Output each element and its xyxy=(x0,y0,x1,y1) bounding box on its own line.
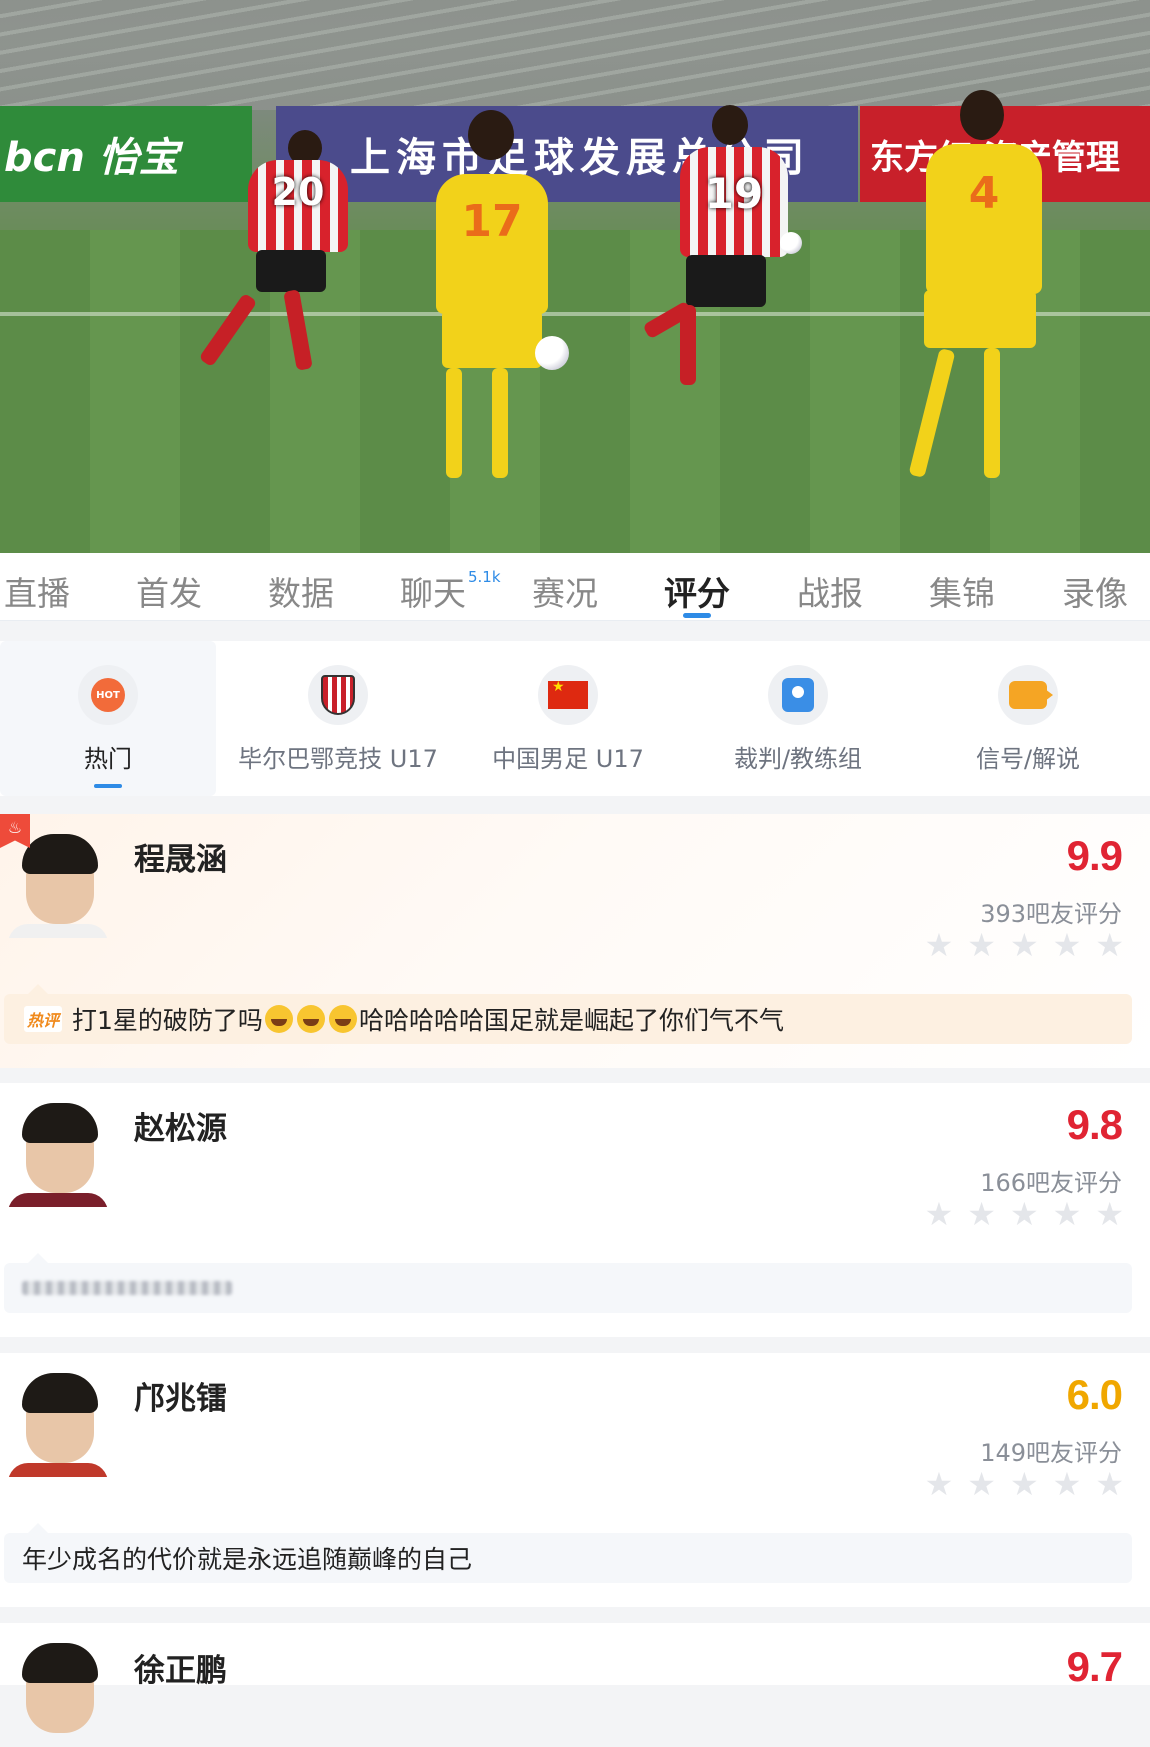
star-icon[interactable]: ★ xyxy=(1053,1198,1082,1230)
avatar xyxy=(8,1097,108,1207)
china-flag-icon xyxy=(538,665,598,725)
star-icon[interactable]: ★ xyxy=(1010,1468,1039,1500)
star-icon[interactable]: ★ xyxy=(967,1198,996,1230)
tab-chat[interactable]: 聊天 xyxy=(400,567,466,615)
player-score: 9.8 xyxy=(1066,1101,1123,1148)
vote-count: 149吧友评分 xyxy=(980,1439,1122,1467)
filter-label: 中国男足 U17 xyxy=(492,745,644,773)
player-score: 6.0 xyxy=(1066,1371,1123,1418)
player-rating-card[interactable]: 赵松源 9.8 166吧友评分 ★ ★ ★ ★ ★ xyxy=(0,1083,1150,1337)
star-icon[interactable]: ★ xyxy=(1095,1198,1124,1230)
star-icon[interactable]: ★ xyxy=(967,1468,996,1500)
team-filter-bar: HOT 热门 毕尔巴鄂竞技 U17 中国男足 U17 裁判/教练组 信号/解说 xyxy=(0,641,1150,796)
tab-live[interactable]: 直播 xyxy=(4,567,70,615)
comment-text: 打1星的破防了吗 xyxy=(72,1006,263,1035)
star-icon[interactable]: ★ xyxy=(1095,929,1124,961)
signal-icon xyxy=(998,665,1058,725)
avatar xyxy=(8,1637,108,1747)
ad-board-left: bcn 怡宝 xyxy=(0,106,252,202)
vote-count: 393吧友评分 xyxy=(980,900,1122,928)
filter-label: 毕尔巴鄂竞技 U17 xyxy=(238,745,438,773)
star-icon[interactable]: ★ xyxy=(1010,929,1039,961)
player-name: 邝兆镭 xyxy=(134,1381,227,1417)
star-icon[interactable]: ★ xyxy=(967,929,996,961)
player-name: 程晟涵 xyxy=(134,842,227,878)
star-icon[interactable]: ★ xyxy=(1010,1198,1039,1230)
star-rating[interactable]: ★ ★ ★ ★ ★ xyxy=(925,929,1124,961)
filter-broadcast[interactable]: 信号/解说 xyxy=(920,641,1136,796)
active-filter-indicator xyxy=(94,784,122,788)
tab-highlights[interactable]: 集锦 xyxy=(929,567,995,615)
athletic-bilbao-crest-icon xyxy=(308,665,368,725)
tab-lineup[interactable]: 首发 xyxy=(136,567,202,615)
hot-icon: HOT xyxy=(78,665,138,725)
player-rating-card[interactable]: 邝兆镭 6.0 149吧友评分 ★ ★ ★ ★ ★ 年少成名的代价就是永远追随巅… xyxy=(0,1353,1150,1607)
star-rating[interactable]: ★ ★ ★ ★ ★ xyxy=(925,1198,1124,1230)
football xyxy=(535,336,569,370)
player-rating-card[interactable]: 徐正鹏 9.7 xyxy=(0,1623,1150,1733)
comment-text: 哈哈哈哈哈国足就是崛起了你们气不气 xyxy=(358,1006,784,1035)
top-comment[interactable] xyxy=(4,1263,1132,1313)
laughing-emoji-icon xyxy=(264,1005,293,1033)
star-icon[interactable]: ★ xyxy=(1053,929,1082,961)
filter-referees[interactable]: 裁判/教练组 xyxy=(690,641,906,796)
hot-comment[interactable]: 热评 打1星的破防了吗 哈哈哈哈哈国足就是崛起了你们气不气 xyxy=(4,994,1132,1044)
match-tab-bar: 直播 首发 数据 聊天 赛况 评分 战报 集锦 录像 xyxy=(0,553,1150,621)
referee-icon xyxy=(768,665,828,725)
active-tab-indicator xyxy=(683,613,711,618)
football xyxy=(780,232,802,254)
hot-comment-tag: 热评 xyxy=(24,1006,63,1032)
match-video-player[interactable]: bcn 怡宝 上海市足球发展总公司 东方红 资产管理 20 17 19 4 xyxy=(0,0,1150,553)
comment-pointer xyxy=(28,1253,48,1263)
star-icon[interactable]: ★ xyxy=(925,929,954,961)
comment-text: 年少成名的代价就是永远追随巅峰的自己 xyxy=(22,1545,473,1574)
filter-label: 热门 xyxy=(84,745,132,773)
filter-team-bilbao[interactable]: 毕尔巴鄂竞技 U17 xyxy=(230,641,446,796)
player-name: 赵松源 xyxy=(134,1111,227,1147)
avatar xyxy=(8,1367,108,1477)
star-rating[interactable]: ★ ★ ★ ★ ★ xyxy=(925,1468,1124,1500)
tab-stats[interactable]: 数据 xyxy=(268,567,334,615)
blurred-comment-text xyxy=(22,1281,232,1295)
comment-pointer xyxy=(28,1523,48,1533)
chat-count-badge: 5.1k xyxy=(468,568,501,586)
star-icon[interactable]: ★ xyxy=(925,1468,954,1500)
filter-label: 信号/解说 xyxy=(975,745,1081,773)
tab-report[interactable]: 战报 xyxy=(797,567,863,615)
player-rating-card[interactable]: ♨ 程晟涵 9.9 393吧友评分 ★ ★ ★ ★ ★ 热评 打1星的破防了吗 … xyxy=(0,814,1150,1068)
vote-count: 166吧友评分 xyxy=(980,1169,1122,1197)
tab-match-events[interactable]: 赛况 xyxy=(532,567,598,615)
player-name: 徐正鹏 xyxy=(134,1653,227,1689)
top-comment[interactable]: 年少成名的代价就是永远追随巅峰的自己 xyxy=(4,1533,1132,1583)
filter-label: 裁判/教练组 xyxy=(733,745,863,773)
player-score: 9.9 xyxy=(1066,832,1123,879)
star-icon[interactable]: ★ xyxy=(925,1198,954,1230)
comment-pointer xyxy=(28,984,48,994)
tab-ratings[interactable]: 评分 xyxy=(664,567,730,615)
star-icon[interactable]: ★ xyxy=(1095,1468,1124,1500)
filter-hot[interactable]: HOT 热门 xyxy=(0,641,216,796)
filter-team-china[interactable]: 中国男足 U17 xyxy=(460,641,676,796)
tab-replay[interactable]: 录像 xyxy=(1062,567,1128,615)
laughing-emoji-icon xyxy=(296,1005,325,1033)
star-icon[interactable]: ★ xyxy=(1053,1468,1082,1500)
laughing-emoji-icon xyxy=(328,1005,357,1033)
player-score: 9.7 xyxy=(1066,1643,1123,1690)
